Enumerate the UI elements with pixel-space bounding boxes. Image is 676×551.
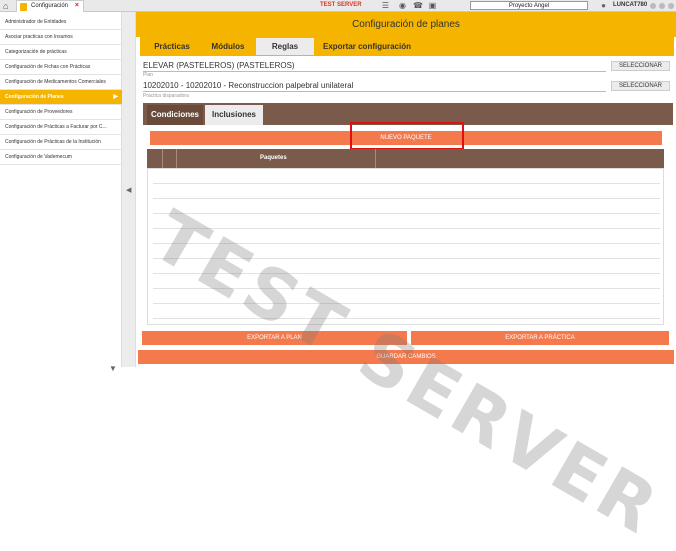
sidebar-item-planes[interactable]: Configuración de Planes ▶ (0, 90, 122, 105)
user-icon[interactable]: ● (599, 1, 608, 11)
tab-exportar-configuracion[interactable]: Exportar configuración (316, 38, 418, 55)
plan-label: Plan (143, 72, 154, 78)
grid-row (153, 303, 660, 304)
project-selector[interactable]: Proyecto Angel (470, 1, 588, 10)
books-icon[interactable]: ☰ (381, 1, 390, 11)
column-separator (176, 149, 177, 168)
practica-field[interactable]: 10202010 - 10202010 - Reconstruccion pal… (143, 81, 353, 90)
grid-row (153, 228, 660, 229)
tab-condiciones[interactable]: Condiciones (147, 105, 203, 125)
sidebar-item-practicas-institucion[interactable]: Configuración de Prácticas de la Institu… (0, 135, 122, 150)
sidebar-item-practicas-facturar[interactable]: Configuración de Prácticas a Facturar po… (0, 120, 122, 135)
tab-bar: Prácticas Módulos Reglas Exportar config… (140, 37, 674, 56)
plan-field[interactable]: ELEVAR (PASTELEROS) (PASTELEROS) (143, 61, 295, 70)
lock-icon[interactable]: ▣ (428, 1, 437, 11)
chevron-right-icon: ▶ (113, 94, 118, 100)
sidebar-item-administrador-entidades[interactable]: Administrador de Entidades (0, 15, 122, 30)
sidebar: Administrador de Entidades Asociar pract… (0, 12, 122, 373)
sidebar-item-proveedores[interactable]: Configuración de Proveedores (0, 105, 122, 120)
practica-underline (143, 91, 606, 92)
sidebar-item-categorizacion[interactable]: Categorización de prácticas (0, 45, 122, 60)
tab-practicas[interactable]: Prácticas (144, 38, 200, 55)
page-title: Configuración de planes (136, 12, 676, 37)
column-separator (375, 149, 376, 168)
highlight-box (350, 122, 464, 150)
close-icon[interactable]: × (75, 2, 79, 9)
column-header-paquetes[interactable]: Paquetes (260, 149, 287, 168)
grid-row (153, 213, 660, 214)
select-plan-button[interactable]: SELECCIONAR (611, 61, 670, 71)
app-tab-configuracion[interactable]: Configuración × (16, 0, 84, 12)
select-practica-button[interactable]: SELECCIONAR (611, 81, 670, 91)
tab-modulos[interactable]: Módulos (200, 38, 256, 55)
server-label: TEST SERVER (320, 2, 362, 8)
tab-reglas[interactable]: Reglas (256, 38, 314, 55)
app-icon (20, 3, 27, 11)
chevron-left-icon: ◀ (126, 187, 132, 194)
sidebar-item-medicamentos[interactable]: Configuración de Medicamentos Comerciale… (0, 75, 122, 90)
practica-label: Práctica disparadora (143, 93, 189, 99)
grid-row (153, 318, 660, 319)
plan-underline (143, 71, 606, 72)
bell-icon[interactable]: ◉ (398, 1, 407, 11)
minimize-icon[interactable] (650, 3, 656, 9)
sidebar-collapse-handle[interactable]: ◀ (122, 12, 136, 367)
sidebar-item-vademecum[interactable]: Configuración de Vademecum (0, 150, 122, 165)
sidebar-item-fichas[interactable]: Configuración de Fichas con Prácticas (0, 60, 122, 75)
column-separator (162, 149, 163, 168)
app-tab-label: Configuración (31, 3, 69, 9)
home-icon[interactable]: ⌂ (3, 1, 13, 11)
grid-header: Paquetes (147, 149, 664, 168)
paquetes-grid[interactable] (147, 168, 664, 325)
grid-row (153, 243, 660, 244)
maximize-icon[interactable] (659, 3, 665, 9)
guardar-cambios-button[interactable]: GUARDAR CAMBIOS (138, 350, 674, 364)
grid-row (153, 288, 660, 289)
top-bar: ⌂ Configuración × TEST SERVER ☰ ◉ ☎ ▣ Pr… (0, 0, 676, 12)
pin-icon[interactable]: ▼ (109, 364, 117, 373)
grid-row (153, 183, 660, 184)
grid-row (153, 258, 660, 259)
exportar-practica-button[interactable]: EXPORTAR A PRÁCTICA (411, 331, 669, 345)
user-name[interactable]: LUNCAT780 (613, 2, 647, 8)
grid-row (153, 198, 660, 199)
window-close-icon[interactable] (668, 3, 674, 9)
tab-inclusiones[interactable]: Inclusiones (205, 105, 263, 125)
grid-row (153, 273, 660, 274)
phone-icon[interactable]: ☎ (413, 1, 423, 11)
sidebar-item-asociar-practicas[interactable]: Asociar practicas con Insumos (0, 30, 122, 45)
exportar-plan-button[interactable]: EXPORTAR A PLAN (142, 331, 407, 345)
